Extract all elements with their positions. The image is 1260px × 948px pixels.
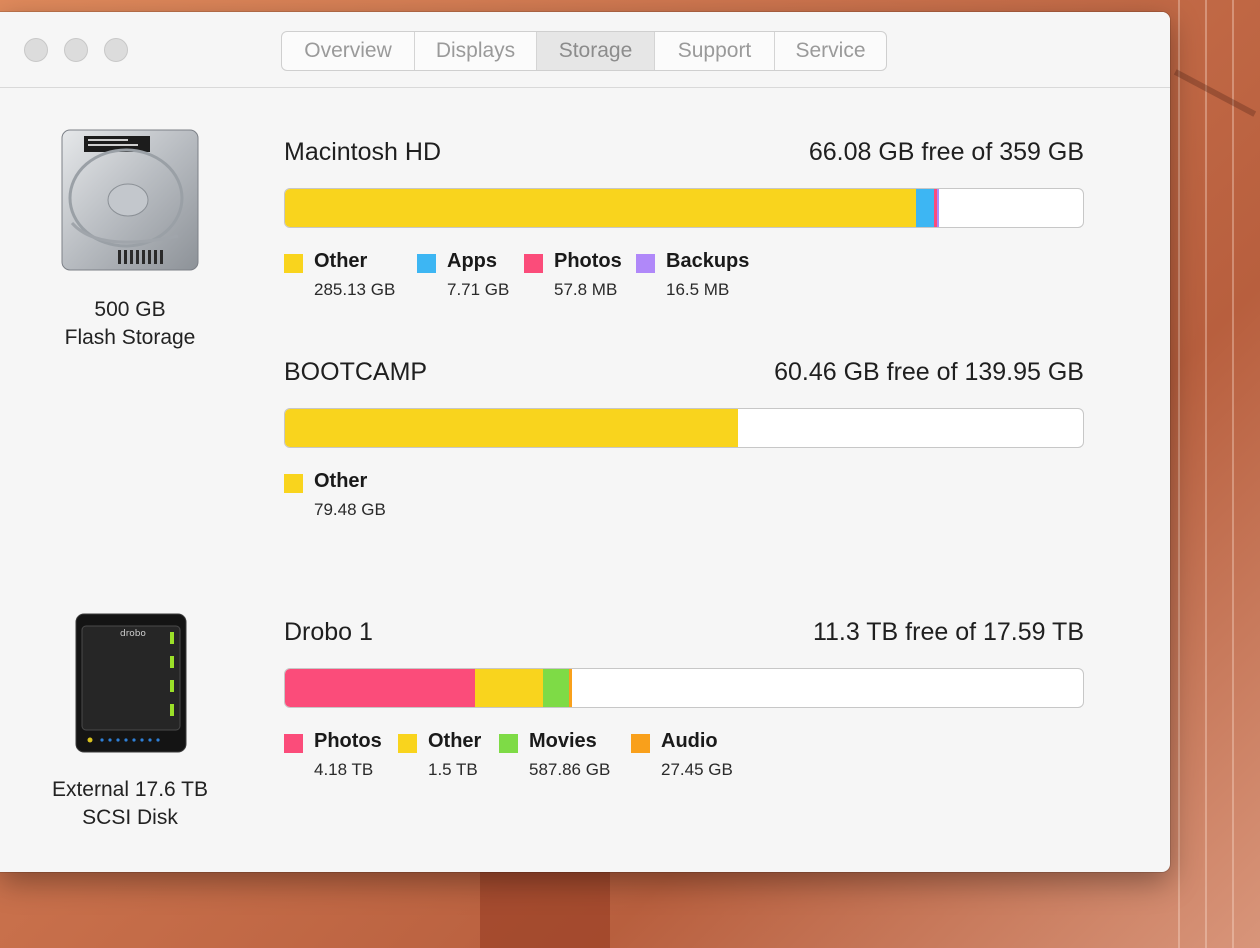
legend-label: Other <box>314 250 368 272</box>
legend-size: 1.5 TB <box>428 760 478 779</box>
device-caption-external: External 17.6 TB SCSI Disk <box>30 776 230 832</box>
usage-segment-backups <box>936 189 940 227</box>
legend-size: 57.8 MB <box>554 280 618 299</box>
device-type: Flash Storage <box>64 326 196 349</box>
background-cable <box>1173 69 1257 117</box>
legend-swatch <box>284 254 303 273</box>
about-this-mac-window: Overview Displays Storage Support Servic… <box>0 12 1170 872</box>
legend-swatch <box>284 474 303 493</box>
legend-size: 27.45 GB <box>661 760 733 779</box>
legend-label: Photos <box>314 730 382 752</box>
tab-overview[interactable]: Overview <box>282 32 415 70</box>
device-capacity: External 17.6 TB <box>51 778 209 801</box>
device-caption-internal: 500 GB Flash Storage <box>30 296 230 352</box>
legend-size: 79.48 GB <box>314 500 386 519</box>
volume-name: Drobo 1 <box>284 618 373 646</box>
background-beam <box>1178 0 1180 948</box>
legend-swatch <box>417 254 436 273</box>
legend-label: Other <box>428 730 482 752</box>
legend-swatch <box>284 734 303 753</box>
tab-bar: Overview Displays Storage Support Servic… <box>281 31 887 71</box>
close-button[interactable] <box>24 38 48 62</box>
legend-label: Apps <box>447 250 497 272</box>
volume-free-space: 60.46 GB free of 139.95 GB <box>774 358 1084 386</box>
device-capacity: 500 GB <box>94 298 166 321</box>
volume-free-space: 11.3 TB free of 17.59 TB <box>812 618 1084 646</box>
background-beam <box>1205 0 1207 948</box>
legend-swatch <box>631 734 650 753</box>
legend-size: 587.86 GB <box>529 760 611 779</box>
legend-swatch <box>524 254 543 273</box>
usage-segment-other <box>474 669 543 707</box>
usage-segment-apps <box>916 189 934 227</box>
storage-usage-bar[interactable] <box>284 408 1084 448</box>
legend-swatch <box>499 734 518 753</box>
background-tower <box>480 872 610 948</box>
device-type: SCSI Disk <box>82 806 178 829</box>
usage-segment-other <box>285 409 739 447</box>
tab-support[interactable]: Support <box>655 32 775 70</box>
usage-segment-audio <box>568 669 572 707</box>
legend-swatch <box>636 254 655 273</box>
volume-free-space: 66.08 GB free of 359 GB <box>808 138 1084 166</box>
storage-usage-bar[interactable] <box>284 188 1084 228</box>
zoom-button[interactable] <box>104 38 128 62</box>
legend-size: 4.18 TB <box>314 760 374 779</box>
volume-name: BOOTCAMP <box>284 358 428 386</box>
hard-drive-icon <box>58 128 202 279</box>
svg-text:drobo: drobo <box>120 629 146 639</box>
legend-label: Other <box>314 470 368 492</box>
drobo-icon: drobo <box>74 612 188 759</box>
tab-storage[interactable]: Storage <box>537 32 655 70</box>
background-beam <box>1232 0 1234 948</box>
storage-usage-bar[interactable] <box>284 668 1084 708</box>
legend-size: 16.5 MB <box>666 280 730 299</box>
usage-segment-photos <box>285 669 475 707</box>
minimize-button[interactable] <box>64 38 88 62</box>
legend-swatch <box>398 734 417 753</box>
tab-displays[interactable]: Displays <box>415 32 537 70</box>
tab-service[interactable]: Service <box>775 32 886 70</box>
legend-label: Photos <box>554 250 622 272</box>
title-bar: Overview Displays Storage Support Servic… <box>0 12 1170 88</box>
legend-label: Movies <box>529 730 597 752</box>
legend-size: 285.13 GB <box>314 280 396 299</box>
legend-size: 7.71 GB <box>447 280 510 299</box>
volume-name: Macintosh HD <box>284 138 441 166</box>
usage-segment-movies <box>542 669 569 707</box>
legend-label: Backups <box>666 250 750 272</box>
legend-label: Audio <box>661 730 718 752</box>
usage-segment-other <box>285 189 917 227</box>
